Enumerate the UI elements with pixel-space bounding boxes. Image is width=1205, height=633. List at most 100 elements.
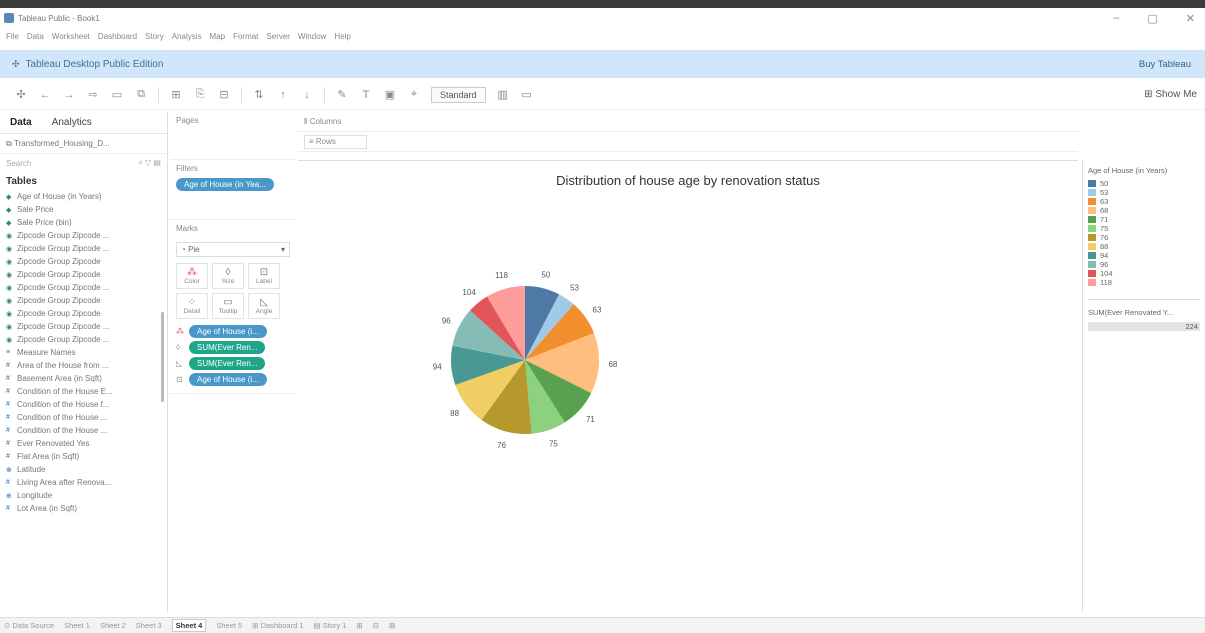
angle-button[interactable]: ◺ Angle [248, 293, 280, 319]
field-item[interactable]: ◆ Age of House (in Years) [6, 190, 167, 203]
sort-ascending-icon[interactable]: ↑ [276, 89, 290, 101]
field-item[interactable]: ◉ Zipcode Group Zipcode [6, 294, 167, 307]
legend-item-63[interactable]: 63 [1088, 197, 1200, 206]
label-field-pill[interactable]: Age of House (i... [189, 373, 267, 386]
data-pane-scrollbar[interactable] [161, 312, 164, 402]
tab-sheet-1[interactable]: Sheet 1 [64, 621, 90, 630]
save-icon[interactable]: ▭ [110, 88, 124, 101]
tab-sheet-5[interactable]: Sheet 5 [216, 621, 242, 630]
new-worksheet-icon[interactable]: ⊞ [169, 88, 183, 101]
field-item[interactable]: # Flat Area (in Sqft) [6, 450, 167, 463]
field-item[interactable]: # Lot Area (in Sqft) [6, 502, 167, 515]
new-worksheet-icon[interactable]: ⊞ [356, 621, 362, 630]
pin-icon[interactable]: ⌖ [407, 88, 421, 101]
forward-icon[interactable]: → [62, 89, 76, 101]
minimize-button[interactable]: – [1113, 12, 1119, 25]
detail-button[interactable]: ⁘ Detail [176, 293, 208, 319]
menu-help[interactable]: Help [334, 32, 350, 41]
new-dashboard-icon[interactable]: ⊟ [373, 621, 379, 630]
legend-item-118[interactable]: 118 [1088, 278, 1200, 287]
size-field-pill[interactable]: SUM(Ever Ren... [189, 341, 266, 354]
field-item[interactable]: ◆ Sale Price (bin) [6, 216, 167, 229]
filter-fields-icon[interactable]: ⌕ ▽ ▤ [138, 158, 161, 168]
presentation-icon[interactable]: ▭ [520, 88, 534, 101]
field-item[interactable]: ◆ Sale Price [6, 203, 167, 216]
fit-dropdown[interactable]: Standard [431, 86, 486, 103]
size-button[interactable]: ◊ Size [212, 263, 244, 289]
legend-item-104[interactable]: 104 [1088, 269, 1200, 278]
legend-item-71[interactable]: 71 [1088, 215, 1200, 224]
field-item[interactable]: ⊕ Latitude [6, 463, 167, 476]
redo-icon[interactable]: ⇨ [86, 88, 100, 101]
field-item[interactable]: ◉ Zipcode Group Zipcode [6, 268, 167, 281]
columns-shelf[interactable]: ⦀ Columns [298, 112, 1078, 132]
field-item[interactable]: ◉ Zipcode Group Zipcode [6, 307, 167, 320]
legend-item-96[interactable]: 96 [1088, 260, 1200, 269]
chart-icon[interactable]: ▥ [496, 88, 510, 101]
new-datasource-icon[interactable]: ⧉ [134, 88, 148, 101]
menu-window[interactable]: Window [298, 32, 326, 41]
legend-item-50[interactable]: 50 [1088, 179, 1200, 188]
menu-dashboard[interactable]: Dashboard [98, 32, 137, 41]
legend-item-75[interactable]: 75 [1088, 224, 1200, 233]
new-story-icon[interactable]: ⊠ [389, 621, 395, 630]
menu-analysis[interactable]: Analysis [172, 32, 202, 41]
swap-icon[interactable]: ⇅ [252, 88, 266, 101]
tab-sheet-3[interactable]: Sheet 3 [136, 621, 162, 630]
field-item[interactable]: # Condition of the House ... [6, 411, 167, 424]
field-item[interactable]: ◉ Zipcode Group Zipcode ... [6, 242, 167, 255]
field-item[interactable]: ⊕ Longitude [6, 489, 167, 502]
field-item[interactable]: ◉ Zipcode Group Zipcode ... [6, 320, 167, 333]
label-button[interactable]: ⊡ Label [248, 263, 280, 289]
tab-sheet-4[interactable]: Sheet 4 [171, 619, 207, 632]
datasource-item[interactable]: ⧉ Transformed_Housing_D... [0, 134, 167, 154]
field-item[interactable]: # Condition of the House f... [6, 398, 167, 411]
maximize-button[interactable]: ▢ [1147, 12, 1157, 25]
menu-file[interactable]: File [6, 32, 19, 41]
mark-type-dropdown[interactable]: ◔ Pie ▾ [176, 242, 290, 257]
tab-data[interactable]: Data [0, 117, 42, 128]
field-item[interactable]: ◉ Zipcode Group Zipcode ... [6, 281, 167, 294]
field-item[interactable]: # Ever Renovated Yes [6, 437, 167, 450]
duplicate-icon[interactable]: ⎘ [193, 88, 207, 101]
field-item[interactable]: # Living Area after Renova... [6, 476, 167, 489]
field-item[interactable]: ◉ Zipcode Group Zipcode ... [6, 333, 167, 346]
buy-tableau-link[interactable]: Buy Tableau [1139, 59, 1191, 70]
tableau-icon[interactable]: ✣ [14, 88, 28, 101]
angle-field-pill[interactable]: SUM(Ever Ren... [189, 357, 266, 370]
highlight-icon[interactable]: ✎ [335, 88, 349, 101]
legend-item-76[interactable]: 76 [1088, 233, 1200, 242]
back-icon[interactable]: ← [38, 89, 52, 101]
menu-worksheet[interactable]: Worksheet [52, 32, 90, 41]
fix-axes-icon[interactable]: ▣ [383, 88, 397, 101]
menu-format[interactable]: Format [233, 32, 258, 41]
clear-icon[interactable]: ⊟ [217, 88, 231, 101]
tab-dashboard-1[interactable]: ⊞ Dashboard 1 [252, 621, 303, 630]
field-item[interactable]: ≡ Measure Names [6, 346, 167, 359]
field-item[interactable]: # Area of the House from ... [6, 359, 167, 372]
tab-sheet-2[interactable]: Sheet 2 [100, 621, 126, 630]
color-button[interactable]: ⁂ Color [176, 263, 208, 289]
legend-item-88[interactable]: 88 [1088, 242, 1200, 251]
tab-story-1[interactable]: ▤ Story 1 [314, 621, 347, 630]
menu-story[interactable]: Story [145, 32, 164, 41]
legend-item-68[interactable]: 68 [1088, 206, 1200, 215]
close-button[interactable]: ✕ [1186, 12, 1195, 25]
legend-item-94[interactable]: 94 [1088, 251, 1200, 260]
field-item[interactable]: ◉ Zipcode Group Zipcode ... [6, 229, 167, 242]
field-item[interactable]: ◉ Zipcode Group Zipcode [6, 255, 167, 268]
search-input[interactable]: Search [6, 159, 31, 168]
label-icon[interactable]: T [359, 89, 373, 101]
pie-chart[interactable]: 50 53 63 68 71 75 76 88 94 96 104 118 [298, 161, 1078, 613]
filter-pill[interactable]: Age of House (in Yea... [176, 178, 274, 191]
sort-descending-icon[interactable]: ↓ [300, 89, 314, 101]
menu-data[interactable]: Data [27, 32, 44, 41]
legend-item-53[interactable]: 53 [1088, 188, 1200, 197]
menu-map[interactable]: Map [210, 32, 226, 41]
color-field-pill[interactable]: Age of House (i... [189, 325, 267, 338]
field-item[interactable]: # Condition of the House E... [6, 385, 167, 398]
tab-analytics[interactable]: Analytics [42, 117, 102, 128]
field-item[interactable]: # Basement Area (in Sqft) [6, 372, 167, 385]
menu-server[interactable]: Server [266, 32, 290, 41]
show-me-button[interactable]: ⊞ Show Me [1144, 89, 1197, 100]
